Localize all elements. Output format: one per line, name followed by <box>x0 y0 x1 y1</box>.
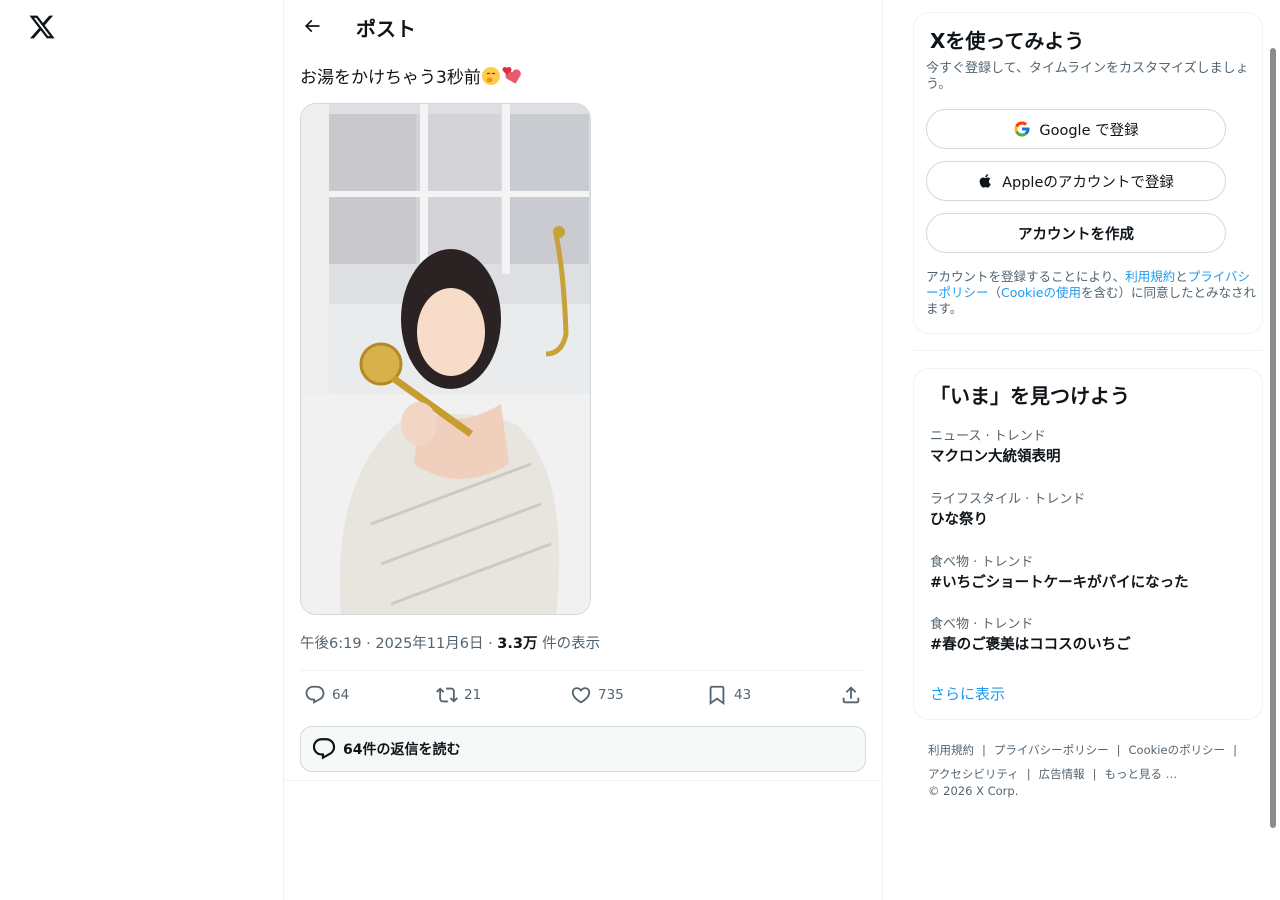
arrow-left-icon <box>304 19 320 33</box>
repost-count: 21 <box>464 687 482 703</box>
footer-privacy-link[interactable]: プライバシーポリシー <box>994 743 1109 757</box>
footer-more-link[interactable]: もっと見る … <box>1104 767 1177 781</box>
signup-card: Xを使ってみよう 今すぐ登録して、タイムラインをカスタマイズしましょう。 Goo… <box>913 12 1263 334</box>
apple-signup-label: Appleのアカウントで登録 <box>1002 174 1174 191</box>
create-account-label: アカウントを作成 <box>1018 226 1134 243</box>
post-time[interactable]: 午後6:19 <box>300 636 362 652</box>
trend-item[interactable]: ニュース · トレンド マクロン大統領表明 <box>930 429 1250 467</box>
trend-name: #春のご褒美はココスのいちご <box>930 637 1131 653</box>
copyright: © 2026 X Corp. <box>928 784 1019 798</box>
bookmark-count: 43 <box>734 687 752 703</box>
like-count: 735 <box>598 687 624 703</box>
footer-accessibility-link[interactable]: アクセシビリティ <box>928 767 1019 781</box>
divider <box>300 670 866 671</box>
google-signup-label: Google で登録 <box>1039 122 1139 139</box>
signup-title: Xを使ってみよう <box>930 29 1085 53</box>
post-column: ポスト お湯をかけちゃう3秒前 午後6:19 · 2025年11月6日 · 3.… <box>283 0 883 900</box>
google-signup-button[interactable]: Google で登録 <box>926 109 1226 149</box>
read-replies-label: 64件の返信を読む <box>343 742 461 758</box>
footer-terms-link[interactable]: 利用規約 <box>928 743 974 757</box>
repost-icon <box>436 687 458 703</box>
views-label: 件の表示 <box>542 636 601 652</box>
footer-ads-link[interactable]: 広告情報 <box>1039 767 1085 781</box>
photo <box>301 104 590 614</box>
trend-category: ニュース · トレンド <box>930 429 1046 444</box>
x-logo-icon[interactable] <box>28 12 56 42</box>
post-date[interactable]: 2025年11月6日 <box>375 636 483 652</box>
reply-icon <box>305 685 325 704</box>
heart-icon <box>571 687 591 704</box>
trend-item[interactable]: ライフスタイル · トレンド ひな祭り <box>930 492 1250 530</box>
like-button[interactable]: 735 <box>570 678 624 712</box>
create-account-button[interactable]: アカウントを作成 <box>926 213 1226 253</box>
post-body: お湯をかけちゃう3秒前 <box>300 68 481 88</box>
reply-count: 64 <box>332 687 350 703</box>
back-button[interactable] <box>296 10 328 42</box>
footer-cookie-link[interactable]: Cookieのポリシー <box>1129 743 1226 757</box>
apple-signup-button[interactable]: Appleのアカウントで登録 <box>926 161 1226 201</box>
signup-subtitle: 今すぐ登録して、タイムラインをカスタマイズしましょう。 <box>926 61 1249 92</box>
post-image[interactable] <box>300 103 591 615</box>
trend-name: マクロン大統領表明 <box>930 449 1061 465</box>
shushing-face-emoji <box>481 66 501 93</box>
trend-item[interactable]: 食べ物 · トレンド #いちごショートケーキがパイになった <box>930 555 1250 593</box>
action-bar: 64 21 735 43 <box>300 678 866 712</box>
terms-link[interactable]: 利用規約 <box>1125 269 1175 284</box>
share-icon <box>842 686 860 704</box>
reply-bubble-icon <box>311 736 337 762</box>
reply-button[interactable]: 64 <box>304 678 349 712</box>
read-replies-button[interactable]: 64件の返信を読む <box>300 726 866 772</box>
page-title: ポスト <box>356 17 416 41</box>
post-header: ポスト <box>284 0 882 52</box>
trends-card: 「いま」を見つけよう ニュース · トレンド マクロン大統領表明 ライフスタイル… <box>913 368 1263 720</box>
scrollbar[interactable] <box>1270 48 1276 828</box>
two-hearts-emoji <box>501 66 523 93</box>
divider <box>284 780 882 781</box>
post-meta: 午後6:19 · 2025年11月6日 · 3.3万 件の表示 <box>300 636 601 652</box>
trend-category: 食べ物 · トレンド <box>930 555 1034 570</box>
divider <box>913 350 1263 351</box>
trend-name: ひな祭り <box>930 512 988 528</box>
trend-category: 食べ物 · トレンド <box>930 617 1034 632</box>
trends-title: 「いま」を見つけよう <box>930 384 1130 408</box>
repost-button[interactable]: 21 <box>436 678 481 712</box>
trend-name: #いちごショートケーキがパイになった <box>930 575 1189 591</box>
bookmark-button[interactable]: 43 <box>706 678 751 712</box>
google-icon <box>1014 121 1030 137</box>
apple-icon <box>979 174 991 188</box>
trend-item[interactable]: 食べ物 · トレンド #春のご褒美はココスのいちご <box>930 617 1250 655</box>
show-more-link[interactable]: さらに表示 <box>930 683 1005 704</box>
view-count: 3.3万 <box>497 636 538 652</box>
post-text: お湯をかけちゃう3秒前 <box>300 66 523 93</box>
bookmark-icon <box>709 685 725 706</box>
share-button[interactable] <box>840 678 862 712</box>
signup-legal-text: アカウントを登録することにより、利用規約とプライバシーポリシー（Cookieの使… <box>926 269 1256 316</box>
cookie-link[interactable]: Cookieの使用 <box>1001 285 1081 300</box>
trend-category: ライフスタイル · トレンド <box>930 492 1086 507</box>
footer-links: 利用規約 | プライバシーポリシー | Cookieのポリシー | アクセシビリティ | 広告情… <box>928 743 1237 781</box>
